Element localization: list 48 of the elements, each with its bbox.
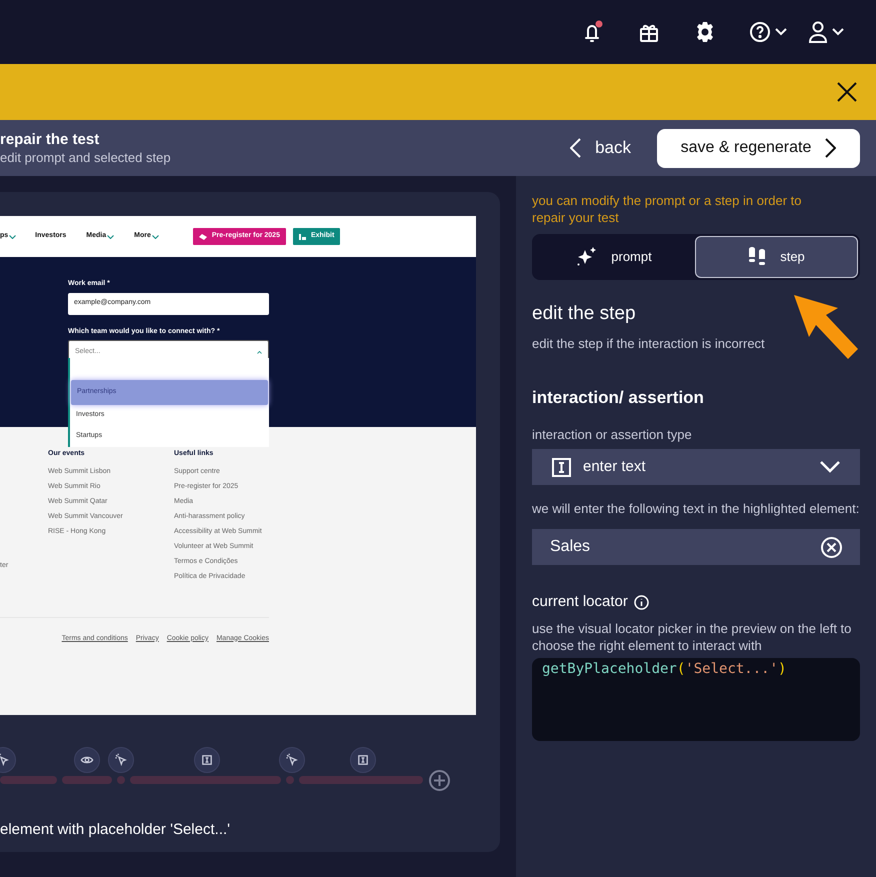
text-cursor-icon [200, 753, 214, 767]
text-cursor-icon [356, 753, 370, 767]
field-label: current locator [532, 592, 628, 612]
caret-icon [107, 234, 114, 238]
close-icon[interactable] [836, 81, 858, 103]
cursor-icon [285, 753, 299, 767]
section-hint: edit the step if the interaction is incorrect [532, 334, 766, 353]
text-value-field[interactable]: Sales [532, 529, 860, 565]
page-subtitle: edit prompt and selected step [0, 149, 172, 166]
mode-tab[interactable]: prompt [534, 236, 695, 278]
field-label: we will enter the following text in the highlighted element: [532, 500, 860, 517]
clear-icon[interactable] [821, 536, 842, 558]
booth-icon [298, 234, 306, 240]
locator-hint: use the visual locator picker in the preview on the left to choose the right element to interact with [532, 620, 852, 654]
info-icon[interactable] [634, 594, 649, 610]
interaction-type-select[interactable]: enter text [532, 449, 860, 485]
ticket-icon [198, 234, 207, 240]
step-description: element with placeholder 'Select...' [0, 820, 232, 840]
timeline-step[interactable] [350, 747, 376, 773]
user-menu-icon[interactable] [808, 21, 846, 43]
add-step-icon[interactable] [429, 770, 450, 791]
cursor-icon [114, 753, 128, 767]
text-cursor-icon [552, 458, 571, 476]
settings-icon[interactable] [694, 21, 716, 43]
help-menu-icon[interactable] [750, 21, 788, 43]
chevron-left-icon [570, 138, 582, 158]
back-button[interactable]: back [568, 135, 633, 161]
timeline-step[interactable] [74, 747, 100, 773]
cursor-icon [0, 753, 10, 767]
chevron-right-icon [825, 138, 836, 158]
section-title: edit the step [532, 302, 637, 326]
caret-up-icon [257, 350, 262, 354]
section-heading: interaction/ assertion [532, 387, 705, 409]
chevron-down-icon [820, 461, 840, 473]
notification-bell-icon[interactable] [582, 20, 604, 44]
panel-hint: you can modify the prompt or a step in order to repair your test [532, 192, 803, 226]
field-label: interaction or assertion type [532, 426, 693, 444]
page-title: repair the test [0, 130, 100, 149]
save-regenerate-button[interactable]: save & regenerate [657, 128, 860, 168]
mode-tab[interactable]: step [695, 236, 858, 278]
caret-icon [9, 234, 16, 238]
timeline-step[interactable] [108, 747, 134, 773]
locator-code[interactable]: getByPlaceholder('Select...') [532, 658, 860, 740]
timeline-step[interactable] [194, 747, 220, 773]
footprints-icon [748, 247, 766, 267]
caret-icon [152, 234, 159, 238]
sparkle-icon [577, 247, 598, 267]
timeline-step[interactable] [279, 747, 305, 773]
